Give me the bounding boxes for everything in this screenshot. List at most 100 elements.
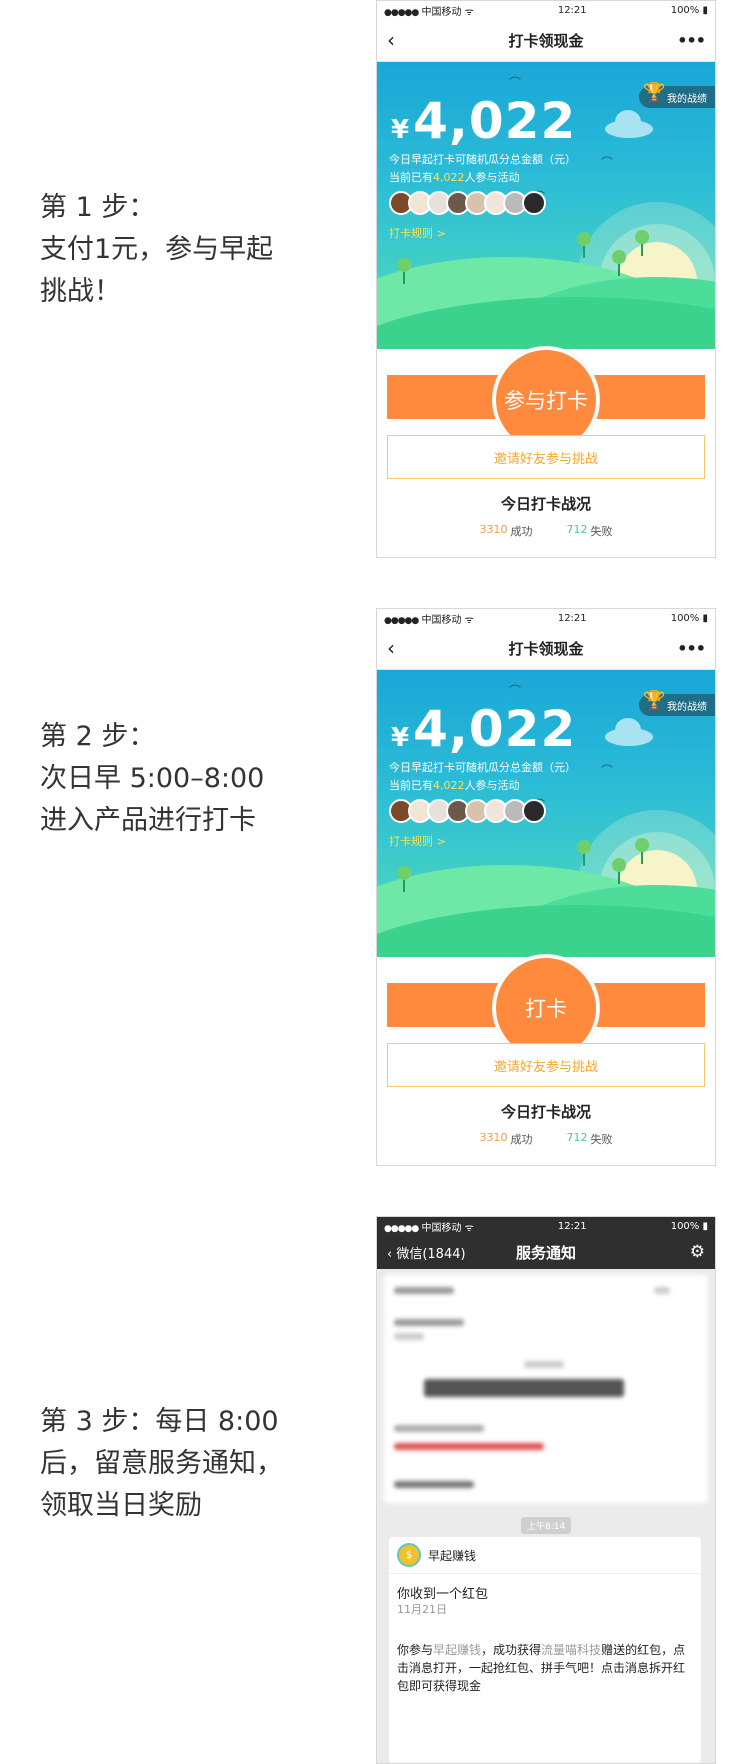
- tree-icon: [612, 858, 626, 884]
- body-text: 你参与: [397, 1643, 434, 1657]
- fail-label: 失败: [590, 1133, 613, 1146]
- tree-icon: [612, 250, 626, 276]
- step-3-line-1: 第 3 步：每日 8:00: [40, 1406, 279, 1437]
- success-label: 成功: [510, 1133, 533, 1146]
- body-text: ，成功获得: [481, 1643, 542, 1657]
- back-icon[interactable]: ‹: [387, 636, 417, 660]
- success-count: 3310: [479, 1131, 508, 1144]
- card-header: $ 早起赚钱: [389, 1537, 701, 1574]
- more-icon[interactable]: •••: [675, 31, 706, 50]
- status-bar: ●●●●● 中国移动 ᯤ 12:21 100% ▮: [377, 1217, 715, 1235]
- success-count: 3310: [479, 523, 508, 536]
- step-1-line-3: 挑战！: [40, 276, 121, 307]
- app-logo-icon: $: [397, 1543, 421, 1567]
- back-label: 微信(1844): [396, 1246, 466, 1262]
- currency-symbol: ¥: [391, 115, 410, 145]
- prize-pool: ¥ 4,022: [391, 92, 576, 150]
- my-record-label: 我的战绩: [667, 701, 707, 713]
- avatar-list: [389, 799, 546, 823]
- fail-count: 712: [566, 1131, 588, 1144]
- today-stats-title: 今日打卡战况: [500, 1103, 591, 1121]
- tree-icon: [577, 840, 591, 866]
- invite-friends-button[interactable]: 邀请好友参与挑战: [387, 1043, 705, 1087]
- my-record-button[interactable]: 🏆 我的战绩: [639, 690, 715, 716]
- hero-banner: ⌒ ⌒ ⌒ 🏆 我的战绩 ¥ 4,022 今日早起打卡可随机瓜分总金额（元） 当…: [377, 62, 715, 349]
- blurred-message-card[interactable]: [384, 1275, 708, 1503]
- step-2-line-3: 进入产品进行打卡: [40, 805, 256, 836]
- signal-icon: ●●●●●: [384, 615, 419, 626]
- battery-icon: ▮: [702, 1220, 708, 1232]
- bird-icon: ⌒: [601, 156, 614, 170]
- carrier: 中国移动: [421, 1222, 462, 1234]
- rules-link[interactable]: 打卡规则 >: [389, 225, 446, 241]
- nav-bar: ‹ 微信(1844) 服务通知 ⚙: [377, 1235, 715, 1269]
- today-stats-title: 今日打卡战况: [500, 495, 591, 513]
- battery-level: 100%: [670, 1220, 700, 1232]
- bird-icon: ⌒: [509, 76, 522, 90]
- step-1-text: 第 1 步： 支付1元，参与早起 挑战！: [40, 187, 273, 313]
- phone-screenshot-1: ●●●●● 中国移动 ᯤ 12:21 100% ▮ ‹ 打卡领现金 ••• ⌒ …: [376, 0, 716, 558]
- step-1-line-2: 支付1元，参与早起: [40, 234, 274, 265]
- fail-count: 712: [566, 523, 588, 536]
- battery-icon: ▮: [702, 4, 708, 16]
- avatar-list: [389, 191, 546, 215]
- wifi-icon: ᯤ: [464, 614, 474, 626]
- participants-text: 当前已有4,022人参与活动: [389, 169, 520, 185]
- invite-friends-button[interactable]: 邀请好友参与挑战: [387, 435, 705, 479]
- app-name: 早起赚钱: [428, 1548, 477, 1563]
- bird-icon: ⌒: [509, 684, 522, 698]
- more-icon[interactable]: •••: [675, 639, 706, 658]
- success-label: 成功: [510, 525, 533, 538]
- cloud-icon: [605, 110, 653, 138]
- today-stats: 3310 成功 712 失败: [377, 1131, 715, 1147]
- step-3-text: 第 3 步：每日 8:00 后，留意服务通知， 领取当日奖励: [40, 1401, 283, 1527]
- participants-suffix: 人参与活动: [464, 779, 520, 792]
- gear-icon[interactable]: ⚙: [625, 1242, 705, 1262]
- currency-symbol: ¥: [391, 723, 410, 753]
- status-time: 12:21: [557, 4, 587, 16]
- my-record-label: 我的战绩: [667, 93, 707, 105]
- tree-icon: [635, 230, 649, 256]
- status-time: 12:21: [557, 612, 587, 624]
- step-3-line-2: 后，留意服务通知，: [40, 1448, 283, 1479]
- battery-icon: ▮: [702, 612, 708, 624]
- step-1-line-1: 第 1 步：: [40, 192, 156, 223]
- trophy-icon: 🏆: [643, 690, 666, 711]
- body-keyword: 流量喵科技: [541, 1643, 602, 1657]
- message-title: 你收到一个红包: [397, 1587, 489, 1602]
- page-title: 打卡领现金: [508, 31, 584, 50]
- participants-count: 4,022: [433, 171, 465, 184]
- prize-pool: ¥ 4,022: [391, 700, 576, 758]
- participants-prefix: 当前已有: [389, 171, 433, 184]
- signal-icon: ●●●●●: [384, 7, 419, 18]
- back-button[interactable]: ‹ 微信(1844): [387, 1243, 467, 1262]
- bird-icon: ⌒: [601, 764, 614, 778]
- battery-level: 100%: [670, 4, 700, 16]
- tree-icon: [635, 838, 649, 864]
- back-icon[interactable]: ‹: [387, 28, 417, 52]
- status-bar: ●●●●● 中国移动 ᯤ 12:21 100% ▮: [377, 609, 715, 627]
- nav-bar: ‹ 打卡领现金 •••: [377, 19, 715, 62]
- tree-icon: [397, 866, 411, 892]
- carrier: 中国移动: [421, 614, 462, 626]
- message-date: 11月21日: [397, 1603, 447, 1616]
- step-2-text: 第 2 步： 次日早 5:00–8:00 进入产品进行打卡: [40, 716, 264, 842]
- step-2-line-1: 第 2 步：: [40, 721, 156, 752]
- my-record-button[interactable]: 🏆 我的战绩: [639, 82, 715, 108]
- step-3-line-3: 领取当日奖励: [40, 1490, 202, 1521]
- signal-icon: ●●●●●: [384, 1223, 419, 1234]
- step-2-line-2: 次日早 5:00–8:00: [40, 763, 265, 794]
- wifi-icon: ᯤ: [464, 1222, 474, 1234]
- participants-suffix: 人参与活动: [464, 171, 520, 184]
- message-time: 上午8:14: [521, 1517, 572, 1534]
- page-title: 打卡领现金: [508, 639, 584, 658]
- avatar: [522, 191, 546, 215]
- fail-label: 失败: [590, 525, 613, 538]
- notification-card[interactable]: $ 早起赚钱 你收到一个红包 11月21日 你参与早起赚钱，成功获得流量喵科技赠…: [389, 1537, 701, 1763]
- participants-text: 当前已有4,022人参与活动: [389, 777, 520, 793]
- battery-level: 100%: [670, 612, 700, 624]
- trophy-icon: 🏆: [643, 82, 666, 103]
- prize-description: 今日早起打卡可随机瓜分总金额（元）: [389, 153, 576, 166]
- participants-prefix: 当前已有: [389, 779, 433, 792]
- rules-link[interactable]: 打卡规则 >: [389, 833, 446, 849]
